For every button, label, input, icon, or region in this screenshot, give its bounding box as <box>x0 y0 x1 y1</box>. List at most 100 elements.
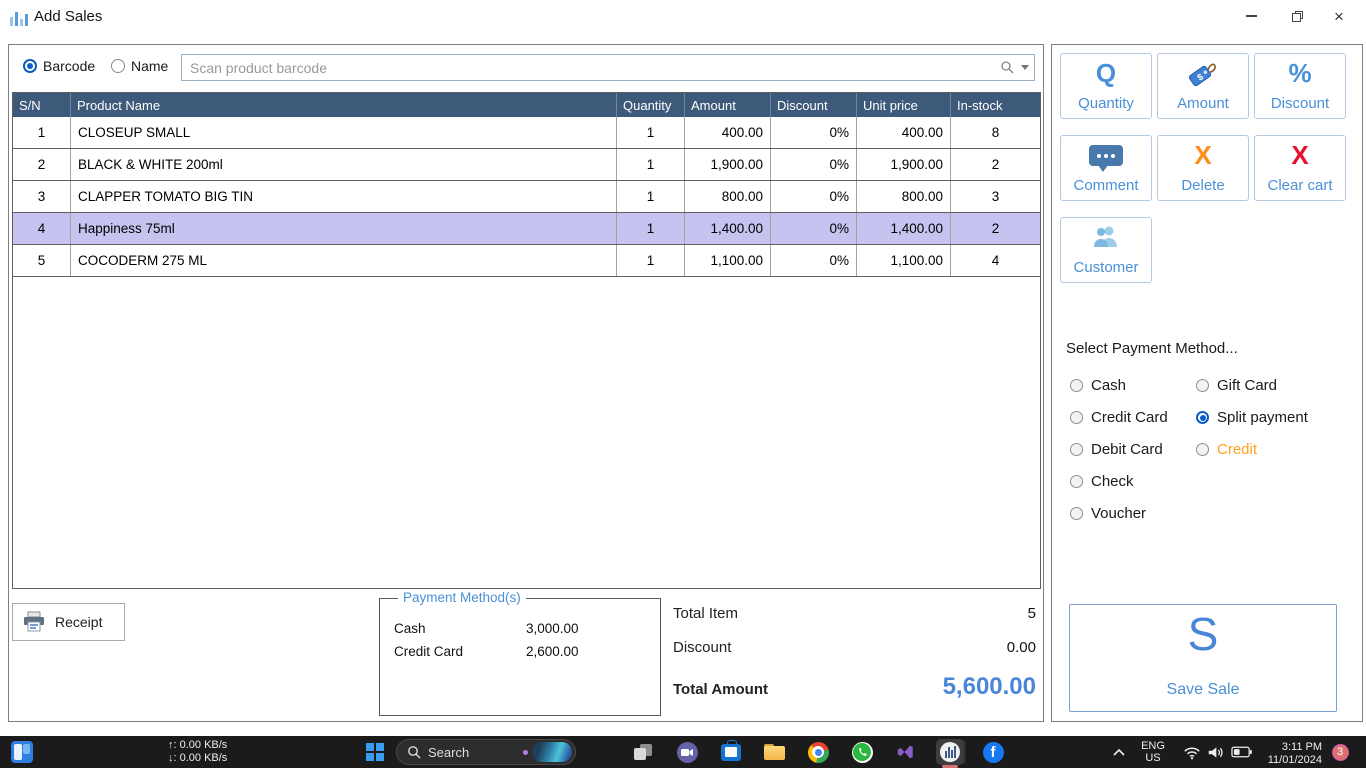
amount-button[interactable]: $ Amount <box>1157 53 1249 119</box>
radio-name[interactable]: Name <box>111 58 168 74</box>
payment-entry-amount: 3,000.00 <box>526 621 579 636</box>
visual-studio-icon[interactable] <box>888 736 922 768</box>
cell-unit: 1,400.00 <box>857 213 951 244</box>
upload-speed: ↑: 0.00 KB/s <box>168 739 227 752</box>
cell-qty: 1 <box>617 117 685 148</box>
pos-app-icon <box>936 739 964 765</box>
cell-discount: 0% <box>771 245 857 276</box>
restore-button[interactable] <box>1274 0 1320 32</box>
radio-voucher[interactable]: Voucher <box>1070 505 1146 522</box>
table-row[interactable]: 5 COCODERM 275 ML 1 1,100.00 0% 1,100.00… <box>13 245 1040 277</box>
radio-split-payment[interactable]: Split payment <box>1196 409 1308 426</box>
radio-barcode[interactable]: Barcode <box>23 58 95 74</box>
wifi-icon[interactable] <box>1179 736 1204 768</box>
speaker-icon[interactable] <box>1203 736 1228 768</box>
pos-app-taskbar-icon[interactable] <box>932 737 968 767</box>
radio-gift-card[interactable]: Gift Card <box>1196 377 1277 394</box>
cell-qty: 1 <box>617 149 685 180</box>
cell-unit: 1,100.00 <box>857 245 951 276</box>
cell-discount: 0% <box>771 149 857 180</box>
minimize-button[interactable] <box>1228 0 1274 32</box>
radio-check[interactable]: Check <box>1070 473 1134 490</box>
search-highlight-image <box>532 742 572 762</box>
search-icon <box>407 745 421 759</box>
widgets-icon[interactable] <box>8 736 36 768</box>
notification-badge[interactable]: 3 <box>1328 736 1352 768</box>
battery-icon[interactable] <box>1229 736 1254 768</box>
radio-cash[interactable]: Cash <box>1070 377 1126 394</box>
facebook-icon[interactable]: f <box>976 736 1010 768</box>
total-item-value: 5 <box>1028 605 1036 622</box>
chevron-down-icon[interactable] <box>1021 65 1029 70</box>
file-explorer-icon[interactable] <box>757 736 791 768</box>
payment-box-legend: Payment Method(s) <box>398 590 526 605</box>
delete-x-icon: X <box>1194 141 1211 169</box>
cell-amount: 1,900.00 <box>685 149 771 180</box>
clear-cart-button[interactable]: X Clear cart <box>1254 135 1346 201</box>
radio-name-label: Name <box>131 58 168 74</box>
search-icon <box>1000 60 1014 74</box>
col-header-amount: Amount <box>685 93 771 117</box>
radio-credit[interactable]: Credit <box>1196 441 1257 458</box>
search-label: Search <box>428 745 523 760</box>
close-button[interactable]: × <box>1316 0 1362 32</box>
cell-qty: 1 <box>617 213 685 244</box>
payment-method-heading: Select Payment Method... <box>1066 340 1238 357</box>
title-bar: Add Sales × <box>0 0 1366 36</box>
cell-stock: 4 <box>951 245 1040 276</box>
cell-product: BLACK & WHITE 200ml <box>71 149 617 180</box>
save-s-icon: S <box>1188 609 1219 659</box>
cell-product: Happiness 75ml <box>71 213 617 244</box>
delete-button[interactable]: X Delete <box>1157 135 1249 201</box>
discount-button[interactable]: % Discount <box>1254 53 1346 119</box>
barcode-scan-input[interactable] <box>181 54 1035 81</box>
cell-stock: 2 <box>951 149 1040 180</box>
payment-entry-amount: 2,600.00 <box>526 644 579 659</box>
table-row[interactable]: 1 CLOSEUP SMALL 1 400.00 0% 400.00 8 <box>13 117 1040 149</box>
cell-sn: 1 <box>13 117 71 148</box>
payment-methods-box: Payment Method(s) Cash 3,000.00 Credit C… <box>379 598 661 716</box>
radio-credit-card[interactable]: Credit Card <box>1070 409 1168 426</box>
language-indicator[interactable]: ENG US <box>1136 736 1170 768</box>
chrome-icon[interactable] <box>801 736 835 768</box>
discount-label: Discount <box>673 639 731 656</box>
tray-chevron-icon[interactable] <box>1106 736 1132 768</box>
cart-table: S/N Product Name Quantity Amount Discoun… <box>12 92 1041 589</box>
task-view-icon[interactable] <box>626 736 660 768</box>
sales-panel: Barcode Name S/N Product Name Quantity A… <box>8 44 1044 722</box>
cell-discount: 0% <box>771 213 857 244</box>
table-row[interactable]: 2 BLACK & WHITE 200ml 1 1,900.00 0% 1,90… <box>13 149 1040 181</box>
cell-sn: 4 <box>13 213 71 244</box>
whatsapp-icon[interactable] <box>845 736 879 768</box>
cell-unit: 1,900.00 <box>857 149 951 180</box>
clock[interactable]: 3:11 PM 11/01/2024 <box>1258 736 1322 768</box>
total-amount-value: 5,600.00 <box>943 673 1036 701</box>
total-item-label: Total Item <box>673 605 738 622</box>
scan-row: Barcode Name <box>9 45 1043 91</box>
payment-entry-method: Cash <box>394 621 526 636</box>
save-sale-button[interactable]: S Save Sale <box>1069 604 1337 712</box>
microsoft-store-icon[interactable] <box>714 736 748 768</box>
chat-icon[interactable] <box>670 736 704 768</box>
table-header-row: S/N Product Name Quantity Amount Discoun… <box>13 93 1040 117</box>
customer-button[interactable]: Customer <box>1060 217 1152 283</box>
cell-amount: 400.00 <box>685 117 771 148</box>
cell-discount: 0% <box>771 181 857 212</box>
quantity-button[interactable]: Q Quantity <box>1060 53 1152 119</box>
start-button[interactable] <box>360 736 390 768</box>
taskbar-search[interactable]: Search <box>396 739 576 765</box>
cell-stock: 2 <box>951 213 1040 244</box>
receipt-button[interactable]: Receipt <box>12 603 125 641</box>
cell-sn: 2 <box>13 149 71 180</box>
radio-debit-card[interactable]: Debit Card <box>1070 441 1163 458</box>
table-row-selected[interactable]: 4 Happiness 75ml 1 1,400.00 0% 1,400.00 … <box>13 213 1040 245</box>
comment-button[interactable]: Comment <box>1060 135 1152 201</box>
table-row[interactable]: 3 CLAPPER TOMATO BIG TIN 1 800.00 0% 800… <box>13 181 1040 213</box>
search-highlight-dot <box>523 750 528 755</box>
tray-time: 3:11 PM <box>1282 741 1322 754</box>
actions-panel: Q Quantity $ Amount % Discount Comment X… <box>1051 44 1363 722</box>
clear-x-icon: X <box>1291 141 1308 169</box>
col-header-discount: Discount <box>771 93 857 117</box>
radio-name-dot <box>111 59 125 73</box>
cell-qty: 1 <box>617 245 685 276</box>
